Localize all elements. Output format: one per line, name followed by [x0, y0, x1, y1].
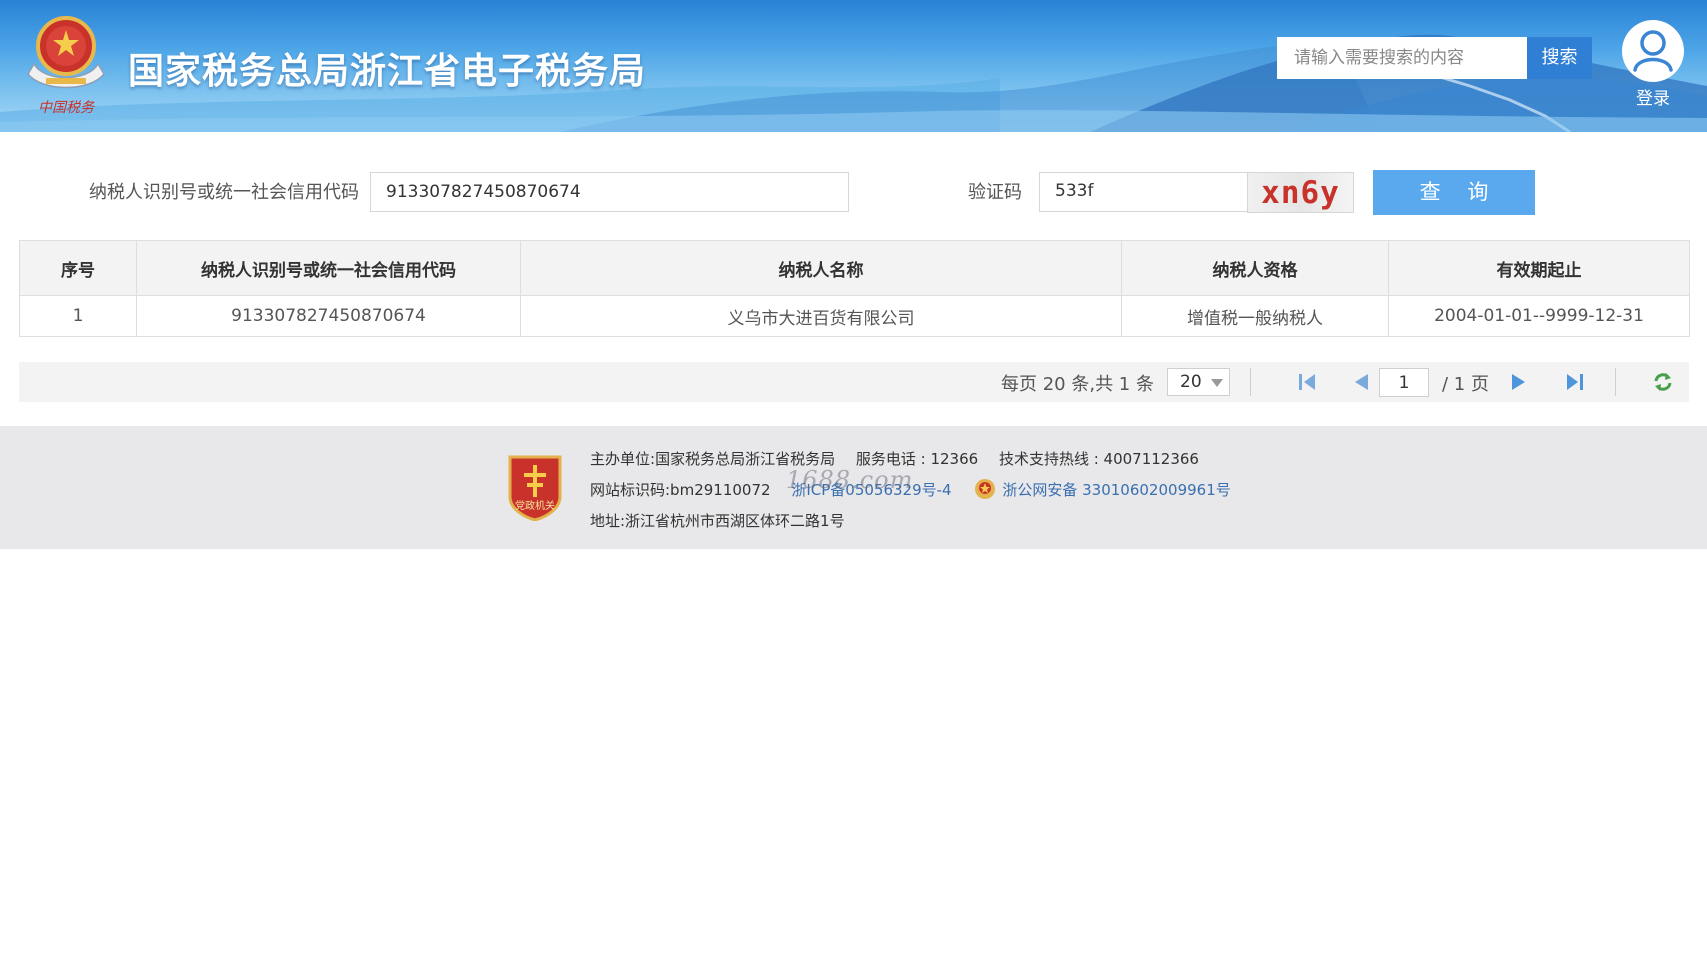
taxpayer-id-label: 纳税人识别号或统一社会信用代码 [89, 182, 359, 203]
captcha-input[interactable]: 533f [1039, 172, 1249, 212]
page-number-input[interactable] [1379, 368, 1429, 397]
footer-hotline: 技术支持热线 : 4007112366 [998, 450, 1199, 468]
cell-taxpayer-id: 913307827450870674 [136, 295, 521, 337]
next-page-icon[interactable] [1508, 371, 1530, 393]
col-header-taxpayer-id: 纳税人识别号或统一社会信用代码 [136, 240, 521, 296]
cell-qualification: 增值税一般纳税人 [1121, 295, 1389, 337]
col-header-validity: 有效期起止 [1388, 240, 1690, 296]
police-badge-icon [975, 478, 996, 499]
national-emblem-icon: 中国税务 [27, 16, 105, 116]
pager-divider [1615, 368, 1616, 396]
table-header-row: 序号 纳税人识别号或统一社会信用代码 纳税人名称 纳税人资格 有效期起止 [19, 240, 1690, 296]
site-header: 中国税务 国家税务总局浙江省电子税务局 搜索 登录 [0, 0, 1707, 132]
first-page-icon[interactable] [1296, 371, 1318, 393]
footer-site-code: 网站标识码:bm29110072 [590, 481, 771, 499]
page-size-value: 20 [1180, 372, 1202, 392]
search-button[interactable]: 搜索 [1527, 37, 1592, 79]
col-header-index: 序号 [19, 240, 137, 296]
login-label: 登录 [1636, 89, 1670, 109]
col-header-taxpayer-name: 纳税人名称 [520, 240, 1122, 296]
captcha-image[interactable]: xn6y [1247, 172, 1354, 213]
refresh-icon[interactable] [1652, 371, 1674, 393]
search-input[interactable] [1277, 37, 1527, 79]
page-info: 每页 20 条,共 1 条 [1001, 374, 1154, 395]
police-record-link[interactable]: 浙公网安备 33010602009961号 [1002, 481, 1230, 499]
user-icon [1622, 20, 1684, 82]
table-row: 1 913307827450870674 义乌市大进百货有限公司 增值税一般纳税… [19, 295, 1690, 337]
captcha-label: 验证码 [968, 182, 1022, 203]
result-table: 序号 纳税人识别号或统一社会信用代码 纳税人名称 纳税人资格 有效期起止 1 9… [19, 240, 1690, 337]
pagination-bar: 每页 20 条,共 1 条 20 / 1 页 [19, 362, 1689, 402]
last-page-icon[interactable] [1564, 371, 1586, 393]
prev-page-icon[interactable] [1350, 371, 1372, 393]
total-pages: / 1 页 [1442, 374, 1489, 395]
cell-taxpayer-name: 义乌市大进百货有限公司 [520, 295, 1122, 337]
watermark-text: 1688.com [786, 466, 914, 494]
cell-index: 1 [19, 295, 137, 337]
login-button[interactable]: 登录 [1620, 20, 1686, 109]
pager-divider [1250, 368, 1251, 396]
page-size-select[interactable]: 20 [1167, 368, 1230, 396]
party-government-badge-icon[interactable]: 党政机关 [506, 451, 564, 521]
chevron-down-icon [1211, 379, 1223, 387]
emblem-text: 中国税务 [38, 100, 95, 116]
footer-address: 地址:浙江省杭州市西湖区体环二路1号 [590, 512, 845, 530]
site-title: 国家税务总局浙江省电子税务局 [128, 51, 647, 92]
taxpayer-id-input[interactable]: 913307827450870674 [370, 172, 849, 212]
cell-validity: 2004-01-01--9999-12-31 [1388, 295, 1690, 337]
query-button[interactable]: 查 询 [1373, 170, 1535, 215]
footer-line-codes: 网站标识码:bm29110072 浙ICP备05056329号-4 浙公网安备 … [590, 478, 1247, 502]
col-header-qualification: 纳税人资格 [1121, 240, 1389, 296]
badge-text: 党政机关 [515, 499, 555, 512]
